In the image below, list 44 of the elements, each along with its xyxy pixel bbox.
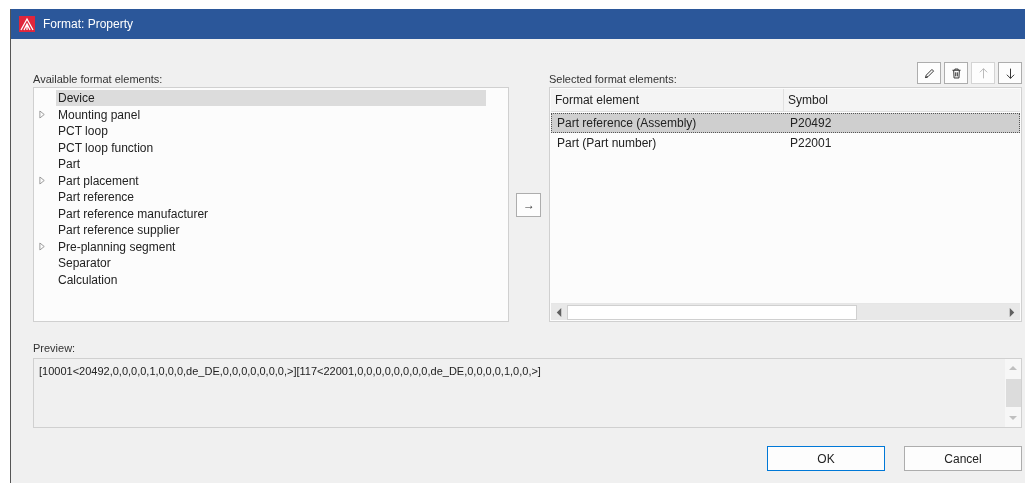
column-header[interactable]: Symbol <box>783 89 1020 111</box>
list-item[interactable]: Pre-planning segment <box>56 238 487 255</box>
vertical-scrollbar[interactable] <box>1005 359 1021 427</box>
table-row[interactable]: Part reference (Assembly) P20492 <box>550 113 1020 133</box>
preview-label: Preview: <box>33 342 77 354</box>
scroll-down-icon[interactable] <box>1009 414 1017 422</box>
dialog-button[interactable]: Cancel <box>904 446 1022 471</box>
toolbar-button[interactable] <box>998 62 1022 84</box>
trash-icon <box>949 66 963 80</box>
preview-field[interactable]: [10001<20492,0,0,0,0,1,0,0,0,de_DE,0,0,0,0,0,0,0,>][117<22001,0,0,0,0,0,0,0,0,de_DE,0,0,0,0,1,0,0,>] <box>33 358 1022 428</box>
list-item[interactable]: Part reference supplier <box>56 222 487 239</box>
list-item[interactable]: PCT loop <box>56 123 487 140</box>
add-button[interactable]: → <box>516 192 542 217</box>
table-cell-text: P22001 <box>788 136 832 150</box>
scroll-thumb[interactable] <box>566 304 857 320</box>
scroll-up-icon[interactable] <box>1009 364 1017 372</box>
toolbar-button[interactable] <box>917 62 941 84</box>
expand-icon[interactable] <box>39 110 46 120</box>
table-cell-text: Part reference (Assembly) <box>555 116 698 130</box>
toolbar-button[interactable] <box>944 62 968 84</box>
list-item[interactable]: Part reference manufacturer <box>56 205 487 222</box>
table-label: Selected format elements: <box>548 73 677 85</box>
list-item[interactable]: Separator <box>56 255 487 272</box>
list-label: Available format elements: <box>33 73 163 85</box>
list-item[interactable]: Mounting panel <box>56 106 487 123</box>
list-item[interactable]: Calculation <box>56 271 487 288</box>
list-item[interactable]: PCT loop function <box>56 139 487 156</box>
dialog-button[interactable]: OK <box>767 446 885 471</box>
table-cell-text: Part (Part number) <box>555 136 658 150</box>
pencil-icon <box>922 66 936 80</box>
horizontal-scrollbar[interactable] <box>550 303 1020 320</box>
preview-text: [10001<20492,0,0,0,0,1,0,0,0,de_DE,0,0,0,0,0,0,0,>][117<22001,0,0,0,0,0,0,0,0,de_DE,0,0,0,0,1,0,0,>] <box>38 364 542 379</box>
list-item[interactable]: Part reference <box>56 189 487 206</box>
list-item[interactable]: Part placement <box>56 172 487 189</box>
table-cell-text: P20492 <box>788 116 832 130</box>
app-logo-icon <box>19 16 35 32</box>
list-item[interactable]: Device <box>56 90 487 107</box>
column-header[interactable]: Format element <box>550 89 784 111</box>
scroll-thumb[interactable] <box>1005 379 1021 407</box>
table-row[interactable]: Part (Part number) P22001 <box>550 133 1020 153</box>
list-item[interactable]: Part <box>56 156 487 173</box>
expand-icon[interactable] <box>39 242 46 252</box>
window-title: Format: Property <box>43 17 134 31</box>
expand-icon[interactable] <box>39 176 46 186</box>
